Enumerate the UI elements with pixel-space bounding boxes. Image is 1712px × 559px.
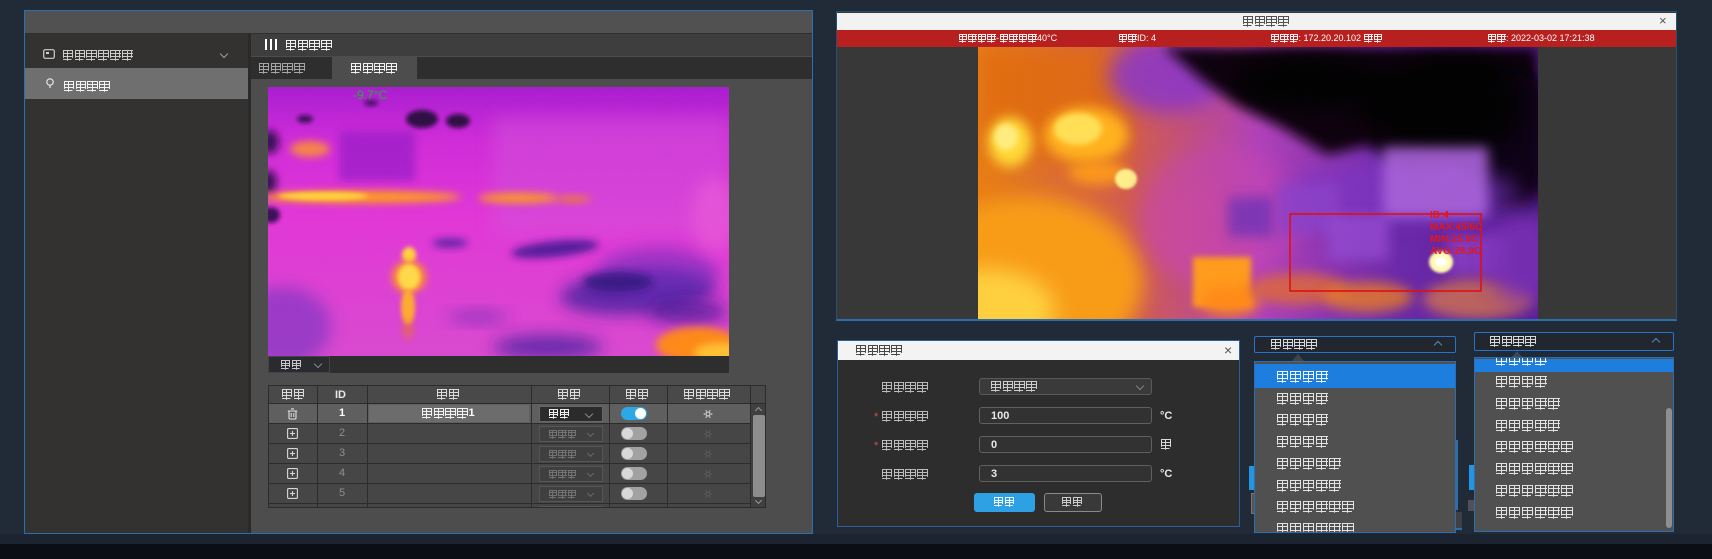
svg-text:MAX:45/6C: MAX:45/6C: [1430, 222, 1482, 233]
svg-text:AVG:28.9C: AVG:28.9C: [1430, 246, 1481, 257]
svg-text:-9.7°C: -9.7°C: [353, 88, 387, 102]
svg-text:MIN:25.0C: MIN:25.0C: [1430, 234, 1478, 245]
svg-text:ID:4: ID:4: [1430, 210, 1449, 221]
